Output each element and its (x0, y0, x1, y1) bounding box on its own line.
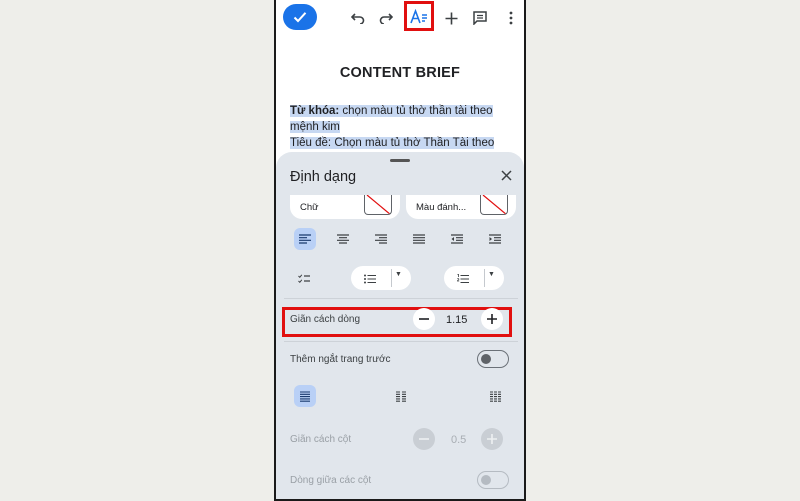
keyword-text-cont: mệnh kim (290, 121, 340, 133)
column-line-toggle[interactable] (477, 471, 509, 489)
phone-screen: CONTENT BRIEF Từ khóa: chọn màu tủ thờ t… (274, 0, 526, 501)
bulleted-list-icon (364, 274, 376, 284)
insert-button[interactable] (440, 7, 462, 29)
redo-icon (379, 13, 393, 24)
comment-icon (473, 11, 487, 25)
more-button[interactable] (500, 7, 522, 29)
check-icon (293, 12, 307, 23)
redo-button[interactable] (375, 7, 397, 29)
numbered-list-icon (456, 273, 469, 284)
highlight-color-swatch (480, 195, 508, 215)
align-left-icon (299, 234, 311, 244)
numbered-list-button[interactable] (456, 271, 469, 289)
one-column-button[interactable] (294, 385, 316, 407)
toggle-knob (481, 353, 491, 364)
line-spacing-label: Giãn cách dòng (290, 314, 361, 325)
line-spacing-value: 1.15 (446, 314, 468, 326)
column-line-label: Dòng giữa các cột (290, 475, 372, 486)
align-right-button[interactable] (370, 228, 392, 250)
bulleted-list-control[interactable]: ▼ (351, 266, 411, 290)
keyword-label: Từ khóa: (290, 105, 340, 117)
align-right-icon (375, 234, 387, 244)
numbered-list-control[interactable]: ▼ (444, 266, 504, 290)
drag-handle[interactable] (390, 159, 410, 162)
keyword-text: chọn màu tủ thờ thần tài theo (339, 105, 493, 117)
page-break-label: Thêm ngắt trang trước (290, 354, 391, 365)
section-divider (284, 298, 518, 299)
bulleted-list-button[interactable] (364, 271, 376, 289)
align-left-button[interactable] (294, 228, 316, 250)
divider (391, 269, 392, 287)
page-break-toggle[interactable] (477, 350, 509, 368)
title-line: Tiêu đề: Chọn màu tủ thờ Thần Tài theo (290, 137, 495, 149)
minus-icon (419, 318, 429, 320)
align-center-button[interactable] (332, 228, 354, 250)
indent-increase-icon (489, 234, 501, 244)
undo-icon (351, 13, 365, 24)
align-justify-icon (413, 234, 425, 244)
two-columns-button[interactable] (390, 385, 412, 407)
plus-icon (487, 434, 497, 444)
column-spacing-value: 0.5 (451, 434, 467, 446)
text-format-button[interactable] (408, 6, 430, 28)
close-icon (501, 170, 512, 181)
column-spacing-label: Giãn cách cột (290, 434, 352, 445)
alignment-row (294, 228, 514, 250)
minus-icon (419, 438, 429, 440)
text-color-swatch (364, 195, 392, 215)
line-spacing-increase-button[interactable] (481, 308, 503, 330)
three-columns-button[interactable] (484, 385, 506, 407)
document-title: CONTENT BRIEF (339, 65, 461, 81)
text-format-icon (410, 9, 427, 24)
three-columns-icon (489, 390, 501, 402)
format-panel: Định dạng Chữ Màu đánh... ▼ ▼ Giãn cách … (276, 152, 524, 499)
more-vert-icon (509, 11, 513, 25)
align-center-icon (337, 234, 349, 244)
align-justify-button[interactable] (408, 228, 430, 250)
top-toolbar (276, 0, 524, 36)
one-column-icon (300, 390, 310, 402)
list-row: ▼ ▼ (276, 263, 524, 291)
column-spacing-increase-button[interactable] (481, 428, 503, 450)
text-color-button[interactable]: Chữ (290, 195, 400, 219)
panel-title: Định dạng (290, 169, 357, 185)
numbered-list-dropdown-icon[interactable]: ▼ (488, 271, 495, 278)
divider (484, 269, 485, 287)
checklist-icon (298, 274, 310, 284)
document-text: Từ khóa: chọn màu tủ thờ thần tài theo m… (290, 103, 510, 151)
section-divider (284, 341, 518, 342)
column-spacing-decrease-button[interactable] (413, 428, 435, 450)
highlight-color-button[interactable]: Màu đánh... (406, 195, 516, 219)
checklist-button[interactable] (298, 271, 310, 289)
line-spacing-decrease-button[interactable] (413, 308, 435, 330)
comment-button[interactable] (469, 7, 491, 29)
toggle-knob (481, 474, 491, 485)
undo-button[interactable] (347, 7, 369, 29)
text-color-label: Chữ (300, 201, 319, 213)
bulleted-list-dropdown-icon[interactable]: ▼ (395, 271, 402, 278)
plus-icon (487, 314, 497, 324)
two-columns-icon (396, 390, 406, 402)
indent-decrease-icon (451, 234, 463, 244)
document-body[interactable]: CONTENT BRIEF Từ khóa: chọn màu tủ thờ t… (276, 36, 524, 166)
highlight-color-label: Màu đánh... (416, 201, 467, 213)
increase-indent-button[interactable] (484, 228, 506, 250)
close-button[interactable] (501, 168, 512, 185)
add-icon (445, 12, 457, 24)
decrease-indent-button[interactable] (446, 228, 468, 250)
done-button[interactable] (283, 4, 317, 30)
